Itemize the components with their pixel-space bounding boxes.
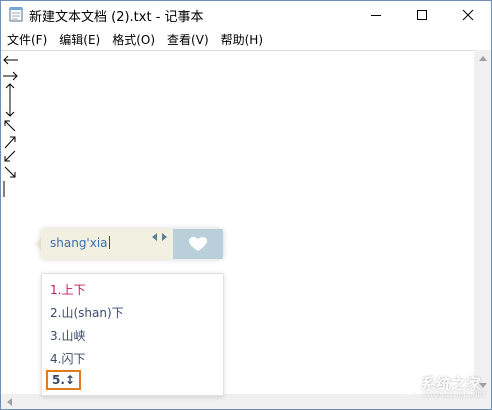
scroll-left-icon [7,397,12,406]
glyph-up-right-arrow [4,136,16,149]
maximize-button[interactable] [399,1,445,28]
text-caret [108,236,110,249]
watermark: 系统之家 XITONGZHIJIA.NET [399,371,491,407]
ime-logo[interactable] [173,229,223,259]
title-bar[interactable]: 新建文本文档 (2).txt - 记事本 [1,1,491,28]
arrow-glyphs [3,55,18,197]
glyph-down-right-arrow [4,166,16,178]
glyph-right-arrow [3,71,18,81]
ime-page-controls [152,233,167,244]
glyph-down-left-arrow [4,150,16,162]
vertical-scrollbar[interactable] [474,50,491,394]
close-button[interactable] [445,1,491,28]
menu-view[interactable]: 查看(V) [162,31,214,48]
menu-file[interactable]: 文件(F) [2,31,52,48]
glyph-left-arrow [3,55,18,65]
watermark-subtext: XITONGZHIJIA.NET [423,392,487,399]
window-title: 新建文本文档 (2).txt - 记事本 [29,10,204,25]
candidate-item[interactable]: 2.山(shan)下 [50,304,124,321]
caret-right-icon[interactable] [161,233,167,241]
glyph-up-down-arrow [5,83,15,117]
ime-pinyin-text: shang'xia [50,236,110,250]
watermark-text: 系统之家 [421,375,482,393]
candidate-item-selected[interactable]: 5.↕ [46,370,81,390]
glyph-up-left-arrow [4,120,16,132]
menu-edit[interactable]: 编辑(E) [54,31,105,48]
scroll-up-icon [478,56,487,61]
scroll-left-button[interactable] [1,393,18,410]
notepad-icon [9,7,23,22]
watermark-logo-icon [399,375,419,395]
candidate-item[interactable]: 1.上下 [50,281,85,298]
menu-format[interactable]: 格式(O) [107,31,160,48]
minimize-icon [371,14,381,16]
menu-help[interactable]: 帮助(H) [216,31,268,48]
candidate-item[interactable]: 3.山峡 [50,327,85,344]
notepad-window: 新建文本文档 (2).txt - 记事本 文件(F) 编辑(E) 格式(O) 查… [0,0,492,410]
close-icon [462,9,474,20]
scroll-up-button[interactable] [474,50,491,67]
caret-left-icon[interactable] [152,233,157,241]
ime-candidate-list: 1.上下 2.山(shan)下 3.山峡 4.闪下 5.↕ [41,273,224,396]
menu-bar: 文件(F) 编辑(E) 格式(O) 查看(V) 帮助(H) [1,29,491,49]
maximize-icon [417,9,427,20]
minimize-button[interactable] [353,1,399,28]
heart-logo-icon [189,236,207,251]
candidate-item[interactable]: 4.闪下 [50,350,85,367]
